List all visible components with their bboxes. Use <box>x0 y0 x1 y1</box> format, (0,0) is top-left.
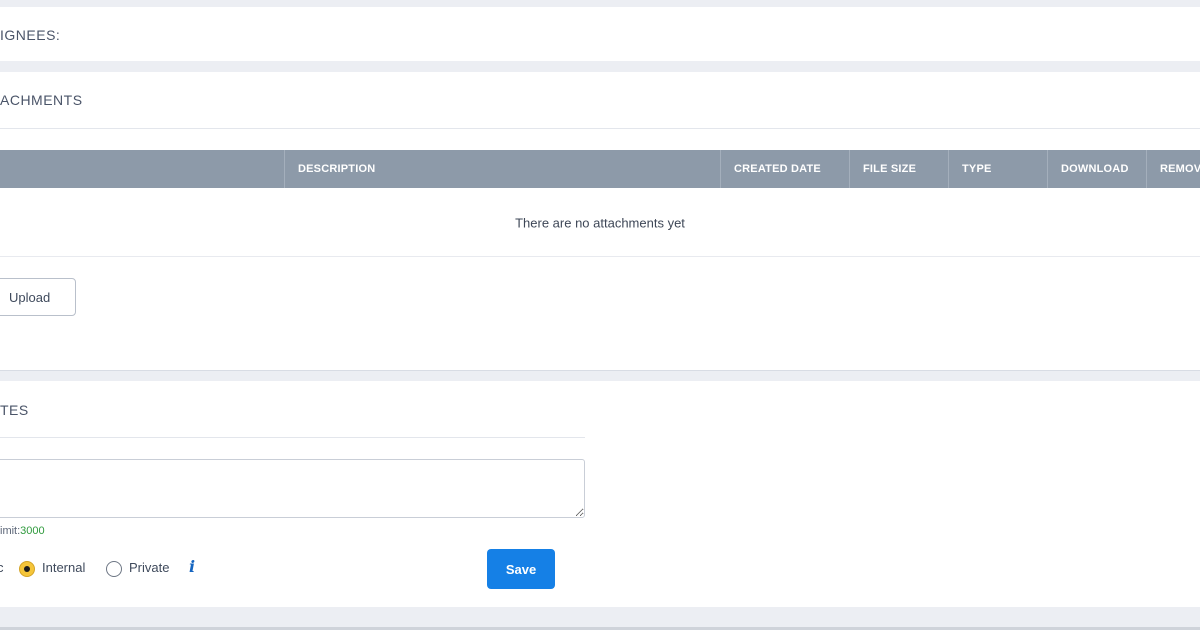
assignees-panel: IGNEES: <box>0 7 1200 61</box>
assignees-title: IGNEES: <box>0 27 61 43</box>
radio-internal[interactable] <box>19 561 35 577</box>
radio-private-label[interactable]: Private <box>129 560 169 575</box>
column-header-file-size[interactable]: FILE SIZE <box>849 150 948 188</box>
visibility-option-label-clipped: c <box>0 560 4 575</box>
column-header-remove[interactable]: REMOV <box>1146 150 1200 188</box>
notes-panel: TES imit:3000 c Internal Private i Save <box>0 381 1200 607</box>
column-header-download[interactable]: DOWNLOAD <box>1047 150 1146 188</box>
attachments-panel: ACHMENTS DESCRIPTION CREATED DATE FILE S… <box>0 72 1200 371</box>
info-icon[interactable]: i <box>189 557 195 576</box>
char-limit-value: 3000 <box>20 525 45 537</box>
column-header-description[interactable]: DESCRIPTION <box>284 150 720 188</box>
upload-button[interactable]: Upload <box>0 278 76 316</box>
attachments-divider <box>0 128 1200 129</box>
attachments-empty-row: There are no attachments yet <box>0 188 1200 257</box>
notes-divider <box>0 437 585 438</box>
attachments-table-header: DESCRIPTION CREATED DATE FILE SIZE TYPE … <box>0 150 1200 188</box>
attachments-title: ACHMENTS <box>0 92 83 108</box>
attachments-empty-message: There are no attachments yet <box>515 215 685 231</box>
column-header-created-date[interactable]: CREATED DATE <box>720 150 849 188</box>
char-limit-label: imit: <box>0 525 21 537</box>
column-header-type[interactable]: TYPE <box>948 150 1047 188</box>
save-button[interactable]: Save <box>487 549 555 589</box>
notes-textarea[interactable] <box>0 459 585 518</box>
radio-private[interactable] <box>106 561 122 577</box>
char-limit: imit:3000 <box>0 525 45 537</box>
notes-title: TES <box>0 402 29 418</box>
radio-internal-label[interactable]: Internal <box>42 560 85 575</box>
